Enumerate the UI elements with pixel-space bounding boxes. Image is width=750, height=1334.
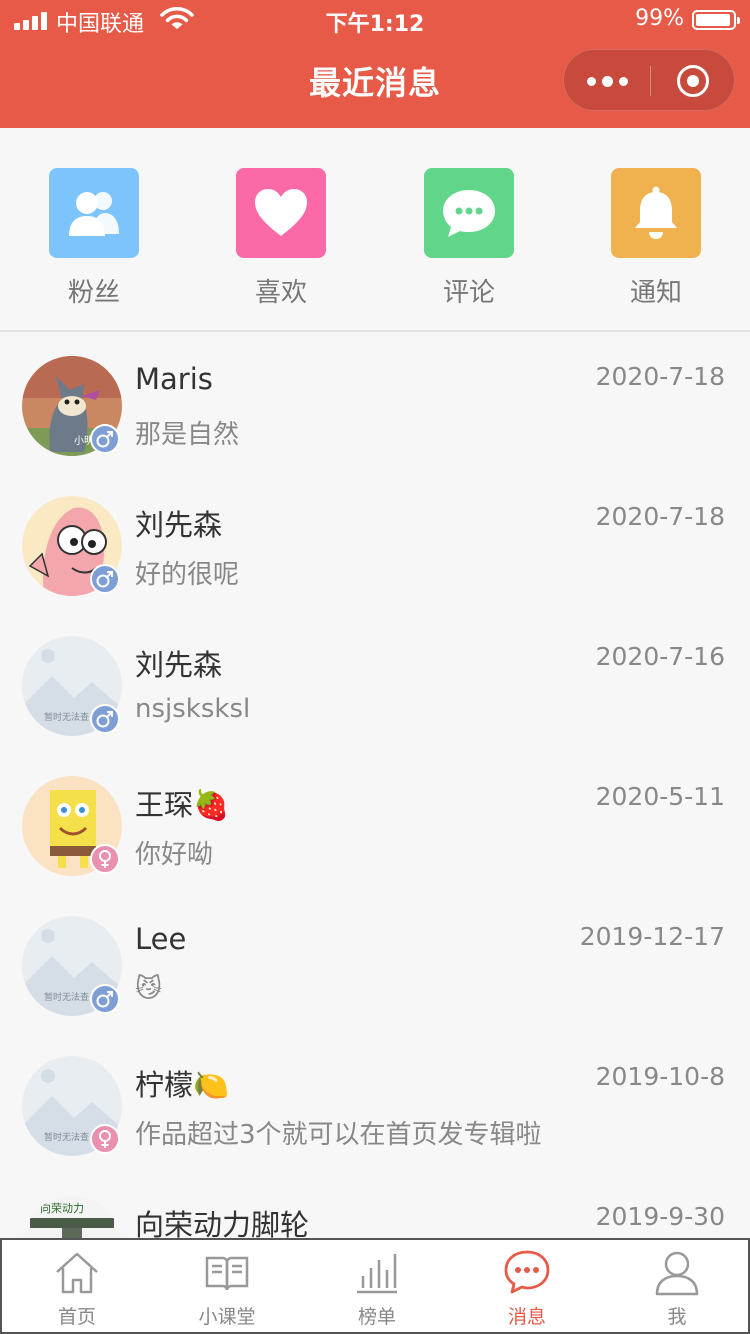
message-preview: 😼 (135, 974, 163, 1004)
tab-ranking[interactable]: 榜单 (302, 1240, 452, 1332)
message-date: 2019-12-17 (579, 922, 725, 951)
more-dots-icon (586, 76, 596, 86)
avatar: 向荣动力 (22, 1196, 122, 1238)
message-item[interactable]: 王琛🍓 你好呦 2020-5-11 (0, 754, 750, 894)
female-gender-icon (90, 844, 120, 874)
placeholder-text: 暂时无法查 (44, 1131, 89, 1143)
placeholder-text: 暂时无法查 (44, 991, 89, 1003)
message-date: 2020-7-18 (595, 502, 725, 531)
message-categories: 粉丝 喜欢 评论 通知 (0, 128, 750, 332)
sender-name: 王琛🍓 (135, 788, 230, 822)
category-notifications[interactable]: 通知 (591, 168, 721, 309)
tab-label: 首页 (57, 1306, 96, 1328)
sender-name: 柠檬🍋 (135, 1068, 230, 1102)
female-gender-icon (90, 1124, 120, 1154)
placeholder-text: 暂时无法查 (44, 711, 89, 723)
message-preview: nsjsksksl (135, 694, 251, 724)
message-date: 2020-5-11 (595, 782, 725, 811)
message-date: 2020-7-18 (595, 362, 725, 391)
mini-program-capsule (563, 49, 735, 111)
tab-label: 消息 (507, 1306, 546, 1328)
bottom-tab-bar: 首页 小课堂 榜单 消息 我 (0, 1238, 750, 1334)
message-item[interactable]: 暂时无法查 柠檬🍋 作品超过3个就可以在首页发专辑啦 2019-10-8 (0, 1034, 750, 1174)
message-date: 2020-7-16 (595, 642, 725, 671)
category-label: 喜欢 (254, 278, 307, 308)
male-gender-icon (90, 704, 120, 734)
message-date: 2019-9-30 (595, 1202, 725, 1231)
message-preview: 作品超过3个就可以在首页发专辑啦 (135, 1120, 542, 1150)
tab-profile[interactable]: 我 (602, 1240, 750, 1332)
more-options-button[interactable] (564, 50, 650, 112)
profile-icon (655, 1251, 699, 1296)
category-comments[interactable]: 评论 (404, 168, 534, 309)
message-preview: 好的很呢 (135, 560, 240, 590)
category-label: 通知 (629, 278, 682, 308)
bell-icon (611, 168, 701, 258)
message-date: 2019-10-8 (595, 1062, 725, 1091)
tab-label: 榜单 (357, 1306, 396, 1328)
male-gender-icon (90, 564, 120, 594)
message-icon (504, 1250, 550, 1294)
male-gender-icon (90, 424, 120, 454)
sender-name: Lee (135, 922, 187, 956)
chart-icon (357, 1254, 397, 1294)
sender-name: 刘先森 (135, 508, 223, 542)
svg-text:向荣动力: 向荣动力 (40, 1201, 84, 1215)
message-preview: 那是自然 (135, 420, 240, 450)
message-item[interactable]: 向荣动力 向荣动力脚轮 2019-9-30 (0, 1174, 750, 1238)
battery-icon (692, 10, 740, 30)
male-gender-icon (90, 984, 120, 1014)
tab-home[interactable]: 首页 (2, 1240, 152, 1332)
message-preview: 你好呦 (135, 840, 214, 870)
category-likes[interactable]: 喜欢 (216, 168, 346, 309)
home-icon (56, 1252, 98, 1294)
close-mini-program-button[interactable] (650, 50, 736, 112)
message-list: 小明月日 Maris 那是自然 2020-7-18 刘先森 (0, 334, 750, 1238)
message-item[interactable]: 刘先森 好的很呢 2020-7-18 (0, 474, 750, 614)
battery-percentage: 99% (635, 6, 684, 31)
message-item[interactable]: 暂时无法查 刘先森 nsjsksksl 2020-7-16 (0, 614, 750, 754)
book-icon (205, 1256, 249, 1291)
tab-messages[interactable]: 消息 (452, 1240, 602, 1332)
sender-name: Maris (135, 362, 213, 396)
tab-label: 我 (667, 1306, 687, 1328)
heart-icon (236, 168, 326, 258)
target-close-icon (677, 65, 709, 97)
status-bar: 中国联通 下午1:12 99% (0, 0, 750, 40)
category-fans[interactable]: 粉丝 (29, 168, 159, 309)
category-label: 粉丝 (67, 278, 120, 308)
comment-icon (424, 168, 514, 258)
fans-icon (49, 168, 139, 258)
sender-name: 刘先森 (135, 648, 223, 682)
message-item-maris[interactable]: 小明月日 Maris 那是自然 2020-7-18 (0, 334, 750, 474)
navigation-header: 中国联通 下午1:12 99% 最近消息 (0, 0, 750, 128)
message-item-lee[interactable]: 暂时无法查 Lee 😼 2019-12-17 (0, 894, 750, 1034)
tab-classroom[interactable]: 小课堂 (152, 1240, 302, 1332)
category-label: 评论 (442, 278, 495, 308)
tab-label: 小课堂 (198, 1306, 256, 1328)
sender-name: 向荣动力脚轮 (135, 1208, 310, 1238)
